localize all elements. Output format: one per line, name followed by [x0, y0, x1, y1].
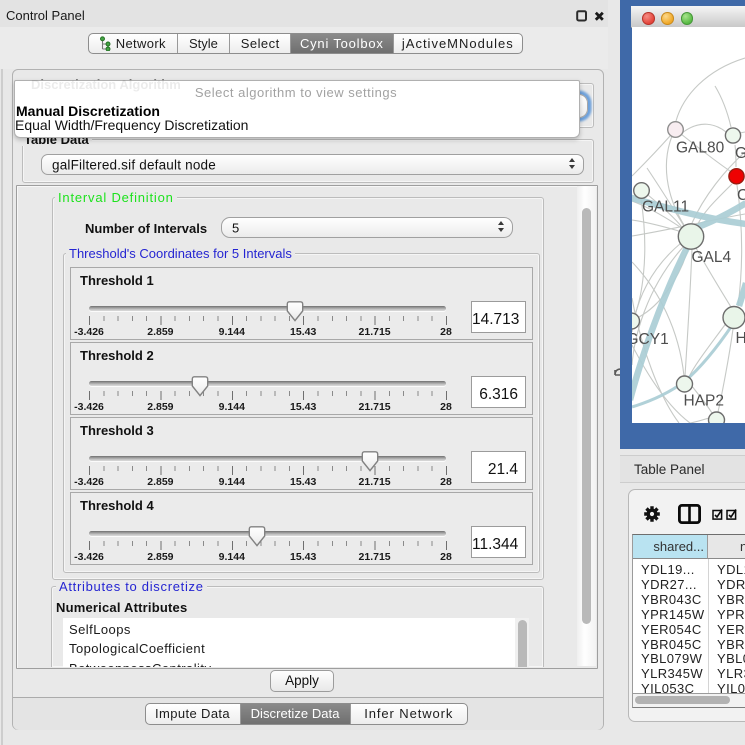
svg-text:GAL11: GAL11 [642, 199, 689, 216]
svg-text:GAL80: GAL80 [676, 140, 725, 157]
svg-text:CO: CO [737, 187, 745, 204]
svg-text:HAP2: HAP2 [684, 393, 725, 410]
svg-text:H: H [736, 330, 745, 347]
svg-text:GAL4: GAL4 [692, 249, 732, 266]
svg-text:GCY1: GCY1 [632, 331, 669, 348]
svg-text:GA: GA [735, 145, 745, 162]
